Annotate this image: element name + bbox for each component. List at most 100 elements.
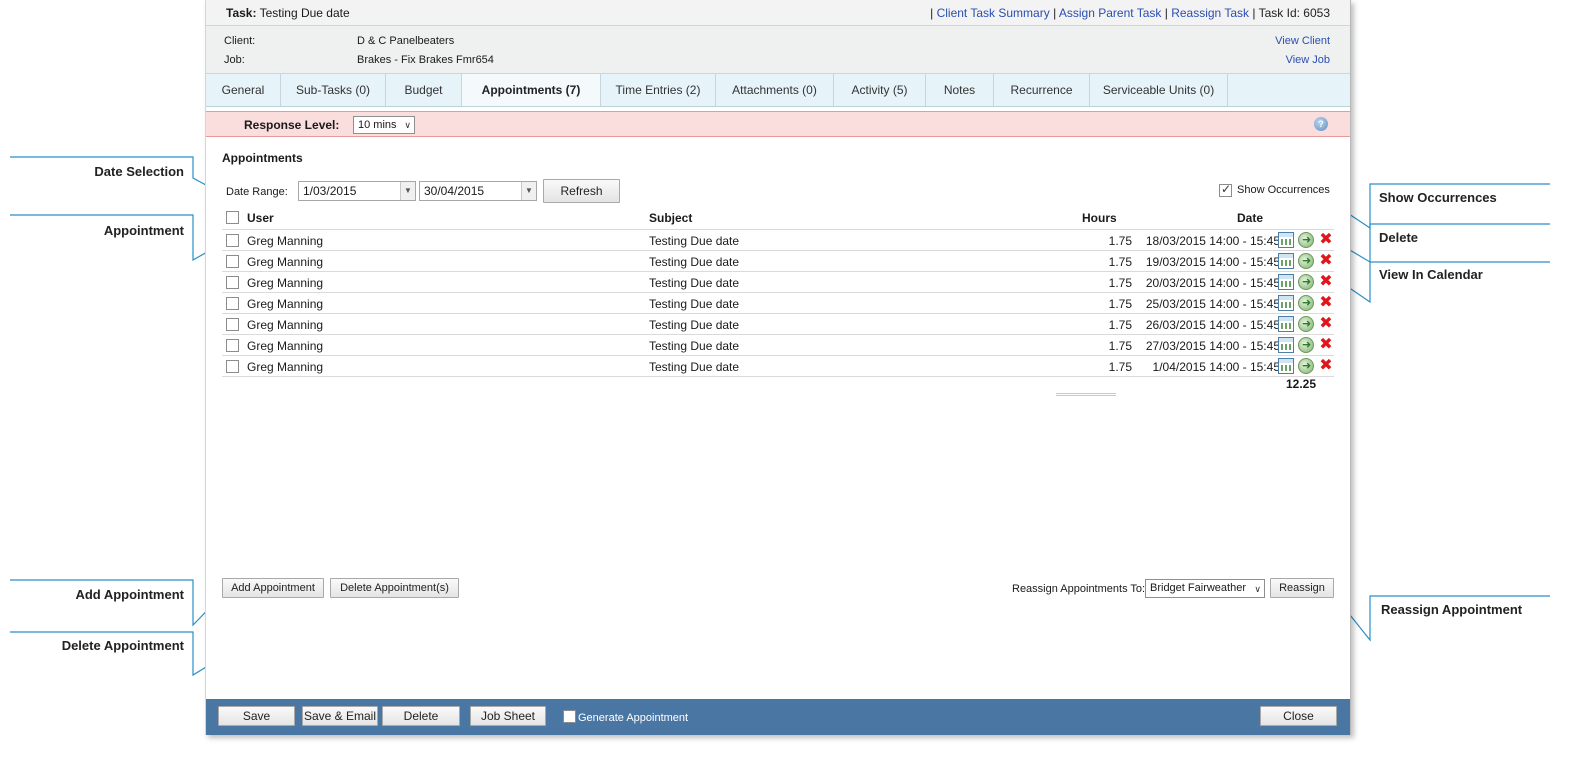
add-appointment-button[interactable]: Add Appointment [222, 578, 324, 598]
tab-recurrence[interactable]: Recurrence [994, 74, 1090, 106]
assign-parent-task-link[interactable]: Assign Parent Task [1059, 6, 1162, 20]
column-header-user: User [247, 211, 274, 225]
date-to-dropdown-icon[interactable]: ▼ [521, 182, 536, 200]
view-in-calendar-icon[interactable] [1298, 253, 1314, 269]
tab-time-entries[interactable]: Time Entries (2) [601, 74, 716, 106]
response-level-select[interactable]: 10 mins ∨ [353, 116, 415, 134]
select-all-checkbox[interactable] [226, 211, 239, 224]
calendar-icon[interactable] [1278, 337, 1294, 353]
client-value: D & C Panelbeaters [357, 35, 455, 47]
row-user: Greg Manning [247, 318, 324, 332]
delete-icon[interactable]: ✖ [1318, 232, 1334, 248]
save-button[interactable]: Save [218, 706, 295, 726]
view-in-calendar-icon[interactable] [1298, 358, 1314, 374]
table-row[interactable]: Greg Manning Testing Due date 1.75 27/03/20… [222, 334, 1334, 355]
generate-appointment-checkbox[interactable] [563, 710, 576, 723]
delete-icon[interactable]: ✖ [1318, 253, 1334, 269]
row-checkbox[interactable] [226, 234, 239, 247]
response-level-bar: Response Level: 10 mins ∨ ? [206, 111, 1350, 137]
view-in-calendar-icon[interactable] [1298, 316, 1314, 332]
view-in-calendar-icon[interactable] [1298, 232, 1314, 248]
row-user: Greg Manning [247, 276, 324, 290]
appointments-heading: Appointments [222, 151, 303, 165]
calendar-icon[interactable] [1278, 253, 1294, 269]
delete-icon[interactable]: ✖ [1318, 295, 1334, 311]
table-row[interactable]: Greg Manning Testing Due date 1.75 1/04/201… [222, 355, 1334, 376]
task-label: Task: [226, 6, 257, 20]
delete-icon[interactable]: ✖ [1318, 337, 1334, 353]
tab-notes[interactable]: Notes [926, 74, 994, 106]
response-level-label: Response Level: [244, 118, 340, 132]
row-user: Greg Manning [247, 339, 324, 353]
column-header-subject: Subject [649, 211, 693, 225]
job-sheet-button[interactable]: Job Sheet [470, 706, 546, 726]
row-checkbox[interactable] [226, 339, 239, 352]
tab-budget[interactable]: Budget [386, 74, 462, 106]
save-email-button[interactable]: Save & Email [302, 706, 378, 726]
column-header-date: Date [1237, 211, 1264, 225]
calendar-icon[interactable] [1278, 295, 1294, 311]
calendar-icon[interactable] [1278, 358, 1294, 374]
task-name: Testing Due date [259, 6, 350, 20]
task-header-links: | Client Task Summary | Assign Parent Ta… [930, 6, 1330, 20]
reassign-button[interactable]: Reassign [1270, 578, 1334, 598]
row-date: 27/03/2015 14:00 - 15:45 [1145, 339, 1280, 353]
tab-activity[interactable]: Activity (5) [834, 74, 926, 106]
job-label: Job: [224, 54, 245, 66]
row-date: 18/03/2015 14:00 - 15:45 [1145, 234, 1280, 248]
calendar-icon[interactable] [1278, 316, 1294, 332]
row-subject: Testing Due date [649, 297, 740, 311]
date-from-value: 1/03/2015 [303, 184, 357, 198]
row-checkbox[interactable] [226, 360, 239, 373]
delete-icon[interactable]: ✖ [1318, 274, 1334, 290]
date-from-dropdown-icon[interactable]: ▼ [400, 182, 415, 200]
client-label: Client: [224, 35, 256, 47]
tab-serviceable-units[interactable]: Serviceable Units (0) [1090, 74, 1228, 106]
row-user: Greg Manning [247, 360, 324, 374]
show-occurrences-checkbox[interactable] [1219, 182, 1232, 197]
view-client-link[interactable]: View Client [1275, 35, 1330, 47]
row-user: Greg Manning [247, 234, 324, 248]
client-job-info: Client: D & C Panelbeaters Job: Brakes -… [206, 26, 1350, 74]
refresh-button[interactable]: Refresh [543, 179, 620, 203]
tab-sub-tasks[interactable]: Sub-Tasks (0) [281, 74, 386, 106]
delete-icon[interactable]: ✖ [1318, 316, 1334, 332]
view-in-calendar-icon[interactable] [1298, 274, 1314, 290]
row-checkbox[interactable] [226, 297, 239, 310]
row-checkbox[interactable] [226, 276, 239, 289]
delete-appointments-button[interactable]: Delete Appointment(s) [330, 578, 459, 598]
view-job-link[interactable]: View Job [1286, 54, 1330, 66]
task-title-bar: Task: Testing Due date | Client Task Sum… [206, 0, 1350, 26]
tab-attachments[interactable]: Attachments (0) [716, 74, 834, 106]
close-button[interactable]: Close [1260, 706, 1337, 726]
row-subject: Testing Due date [649, 318, 740, 332]
delete-icon[interactable]: ✖ [1318, 358, 1334, 374]
reassign-user-select[interactable]: Bridget Fairweather ∨ [1145, 579, 1265, 598]
reassign-appointments-label: Reassign Appointments To: [1012, 583, 1146, 595]
callout-date-selection: Date Selection [94, 164, 184, 179]
row-date: 25/03/2015 14:00 - 15:45 [1145, 297, 1280, 311]
table-row[interactable]: Greg Manning Testing Due date 1.75 18/03/20… [222, 229, 1334, 250]
tab-appointments[interactable]: Appointments (7) [462, 74, 601, 106]
tab-general[interactable]: General [206, 74, 281, 106]
row-checkbox[interactable] [226, 318, 239, 331]
table-row[interactable]: Greg Manning Testing Due date 1.75 25/03/20… [222, 292, 1334, 313]
date-to-value: 30/04/2015 [424, 184, 485, 198]
separator: | [930, 6, 934, 20]
client-task-summary-link[interactable]: Client Task Summary [937, 6, 1050, 20]
table-row[interactable]: Greg Manning Testing Due date 1.75 19/03/20… [222, 250, 1334, 271]
view-in-calendar-icon[interactable] [1298, 295, 1314, 311]
calendar-icon[interactable] [1278, 232, 1294, 248]
column-header-hours: Hours [1082, 211, 1117, 225]
date-from-input[interactable]: 1/03/2015 ▼ [298, 181, 416, 201]
view-in-calendar-icon[interactable] [1298, 337, 1314, 353]
calendar-icon[interactable] [1278, 274, 1294, 290]
table-row[interactable]: Greg Manning Testing Due date 1.75 20/03/20… [222, 271, 1334, 292]
date-to-input[interactable]: 30/04/2015 ▼ [419, 181, 537, 201]
row-date: 1/04/2015 14:00 - 15:45 [1152, 360, 1280, 374]
reassign-task-link[interactable]: Reassign Task [1171, 6, 1249, 20]
delete-task-button[interactable]: Delete [382, 706, 460, 726]
table-row[interactable]: Greg Manning Testing Due date 1.75 26/03/20… [222, 313, 1334, 334]
help-icon[interactable]: ? [1314, 117, 1328, 131]
row-checkbox[interactable] [226, 255, 239, 268]
